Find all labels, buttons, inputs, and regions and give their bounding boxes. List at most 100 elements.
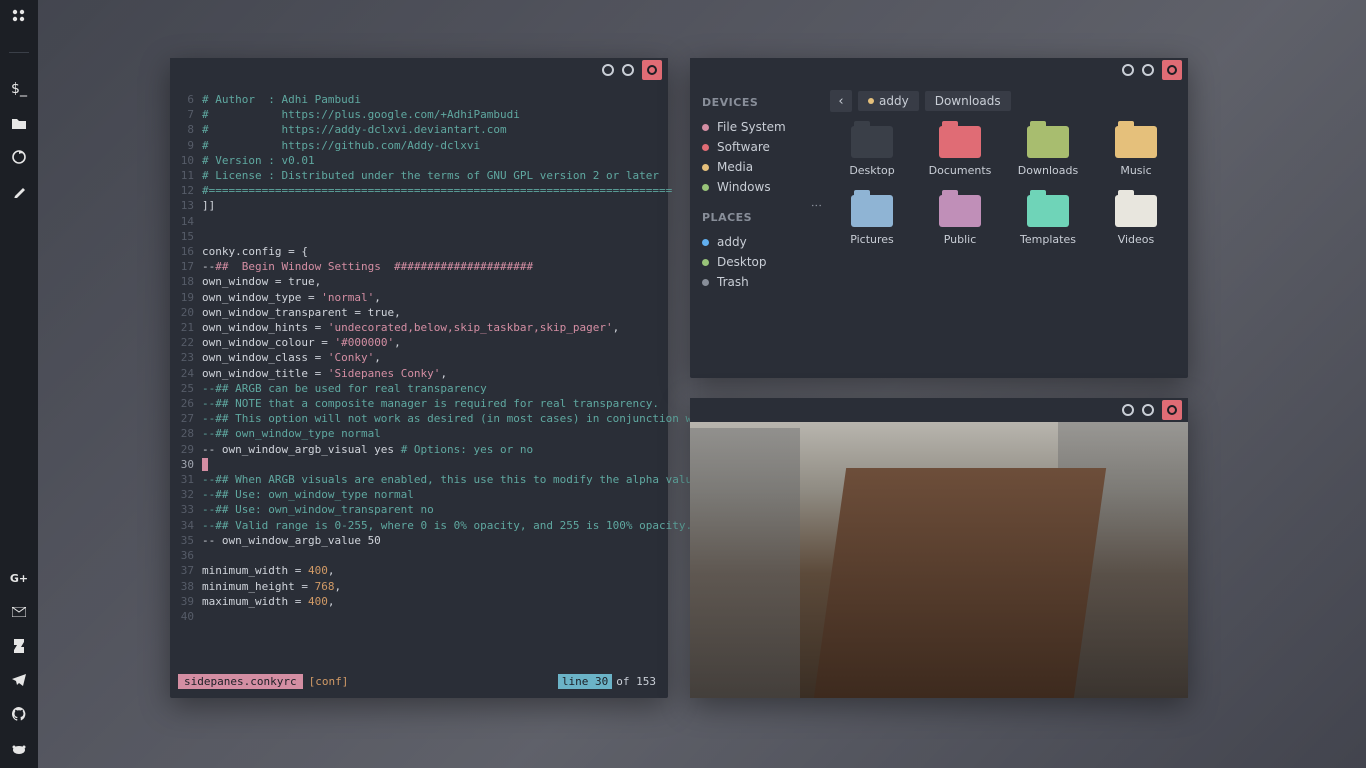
folder-item[interactable]: Documents — [918, 126, 1002, 177]
maximize-button[interactable] — [1142, 404, 1154, 416]
apps-icon[interactable] — [11, 8, 27, 24]
sidebar-item-label: Media — [717, 160, 753, 174]
code-line[interactable]: 10# Version : v0.01 — [178, 153, 654, 168]
status-line-total: of 153 — [616, 675, 656, 688]
github-icon[interactable] — [11, 706, 27, 722]
code-line[interactable]: 26--## NOTE that a composite manager is … — [178, 396, 654, 411]
code-line[interactable]: 11# License : Distributed under the term… — [178, 168, 654, 183]
code-line[interactable]: 23own_window_class = 'Conky', — [178, 350, 654, 365]
minimize-button[interactable] — [602, 64, 614, 76]
maximize-button[interactable] — [1142, 64, 1154, 76]
sidebar-item[interactable]: Trash — [702, 272, 808, 292]
folder-icon — [1115, 126, 1157, 158]
code-line[interactable]: 33--## Use: own_window_transparent no — [178, 502, 654, 517]
sidebar-item[interactable]: Windows — [702, 177, 808, 197]
code-line[interactable]: 7# https://plus.google.com/+AdhiPambudi — [178, 107, 654, 122]
bullet-icon — [702, 279, 709, 286]
dock: $_ G+ — [0, 0, 38, 768]
code-line[interactable]: 18own_window = true, — [178, 274, 654, 289]
code-line[interactable]: 39maximum_width = 400, — [178, 594, 654, 609]
path-segment-home[interactable]: addy — [858, 91, 919, 111]
editor-body[interactable]: 6# Author : Adhi Pambudi7# https://plus.… — [170, 82, 668, 630]
image-content — [690, 422, 1188, 698]
code-line[interactable]: 12#=====================================… — [178, 183, 654, 198]
reddit-icon[interactable] — [11, 740, 27, 756]
folder-label: Documents — [929, 164, 992, 177]
code-line[interactable]: 6# Author : Adhi Pambudi — [178, 92, 654, 107]
back-button[interactable]: ‹ — [830, 90, 852, 112]
folder-icon — [1027, 126, 1069, 158]
code-line[interactable]: 25--## ARGB can be used for real transpa… — [178, 381, 654, 396]
terminal-icon[interactable]: $_ — [11, 81, 27, 97]
fm-main: ⋮ ‹ addy Downloads DesktopDocumentsDownl… — [820, 82, 1188, 378]
code-line[interactable]: 30 — [178, 457, 654, 472]
gmail-icon[interactable] — [11, 604, 27, 620]
folder-icon — [1115, 195, 1157, 227]
sidebar-toggle-icon[interactable]: ⋮ — [810, 200, 823, 212]
code-line[interactable]: 27--## This option will not work as desi… — [178, 411, 654, 426]
folder-item[interactable]: Public — [918, 195, 1002, 246]
filemanager-window: DEVICES File SystemSoftwareMediaWindows … — [690, 58, 1188, 378]
sidebar-item[interactable]: Software — [702, 137, 808, 157]
sidebar-item-label: Trash — [717, 275, 749, 289]
telegram-icon[interactable] — [11, 672, 27, 688]
code-line[interactable]: 22own_window_colour = '#000000', — [178, 335, 654, 350]
pen-icon[interactable] — [11, 183, 27, 199]
bullet-icon — [702, 124, 709, 131]
path-segment-current[interactable]: Downloads — [925, 91, 1011, 111]
code-line[interactable]: 15 — [178, 229, 654, 244]
code-line[interactable]: 40 — [178, 609, 654, 624]
folder-item[interactable]: Desktop — [830, 126, 914, 177]
status-filename: sidepanes.conkyrc — [178, 674, 303, 689]
folder-item[interactable]: Videos — [1094, 195, 1178, 246]
code-line[interactable]: 38minimum_height = 768, — [178, 579, 654, 594]
code-line[interactable]: 35-- own_window_argb_value 50 — [178, 533, 654, 548]
code-line[interactable]: 32--## Use: own_window_type normal — [178, 487, 654, 502]
folder-item[interactable]: Music — [1094, 126, 1178, 177]
sidebar-item[interactable]: Media — [702, 157, 808, 177]
code-line[interactable]: 14 — [178, 214, 654, 229]
minimize-button[interactable] — [1122, 404, 1134, 416]
code-line[interactable]: 29-- own_window_argb_visual yes # Option… — [178, 442, 654, 457]
code-line[interactable]: 36 — [178, 548, 654, 563]
close-button[interactable] — [1162, 400, 1182, 420]
maximize-button[interactable] — [622, 64, 634, 76]
folder-item[interactable]: Downloads — [1006, 126, 1090, 177]
files-icon[interactable] — [11, 115, 27, 131]
googleplus-icon[interactable]: G+ — [11, 570, 27, 586]
minimize-button[interactable] — [1122, 64, 1134, 76]
folder-label: Templates — [1020, 233, 1076, 246]
code-line[interactable]: 17--## Begin Window Settings ###########… — [178, 259, 654, 274]
code-line[interactable]: 19own_window_type = 'normal', — [178, 290, 654, 305]
sidebar-item-label: Windows — [717, 180, 771, 194]
folder-label: Public — [944, 233, 977, 246]
code-line[interactable]: 8# https://addy-dclxvi.deviantart.com — [178, 122, 654, 137]
code-line[interactable]: 37minimum_width = 400, — [178, 563, 654, 578]
folder-icon — [851, 195, 893, 227]
firefox-icon[interactable] — [11, 149, 27, 165]
code-line[interactable]: 21own_window_hints = 'undecorated,below,… — [178, 320, 654, 335]
code-line[interactable]: 31--## When ARGB visuals are enabled, th… — [178, 472, 654, 487]
code-line[interactable]: 9# https://github.com/Addy-dclxvi — [178, 138, 654, 153]
close-button[interactable] — [642, 60, 662, 80]
close-button[interactable] — [1162, 60, 1182, 80]
bullet-icon — [702, 259, 709, 266]
folder-label: Downloads — [1018, 164, 1078, 177]
folder-item[interactable]: Pictures — [830, 195, 914, 246]
deviantart-icon[interactable] — [11, 638, 27, 654]
sidebar-item[interactable]: Desktop — [702, 252, 808, 272]
status-filetype: [conf] — [309, 675, 349, 688]
folder-icon — [939, 195, 981, 227]
folder-item[interactable]: Templates — [1006, 195, 1090, 246]
status-line-label: line 30 — [558, 674, 612, 689]
code-line[interactable]: 34--## Valid range is 0-255, where 0 is … — [178, 518, 654, 533]
editor-statusbar: sidepanes.conkyrc [conf] line 30 of 153 — [178, 672, 660, 690]
code-line[interactable]: 16conky.config = { — [178, 244, 654, 259]
code-line[interactable]: 13]] — [178, 198, 654, 213]
sidebar-item[interactable]: File System — [702, 117, 808, 137]
editor-window: 6# Author : Adhi Pambudi7# https://plus.… — [170, 58, 668, 698]
code-line[interactable]: 20own_window_transparent = true, — [178, 305, 654, 320]
code-line[interactable]: 28--## own_window_type normal — [178, 426, 654, 441]
sidebar-item[interactable]: addy — [702, 232, 808, 252]
code-line[interactable]: 24own_window_title = 'Sidepanes Conky', — [178, 366, 654, 381]
